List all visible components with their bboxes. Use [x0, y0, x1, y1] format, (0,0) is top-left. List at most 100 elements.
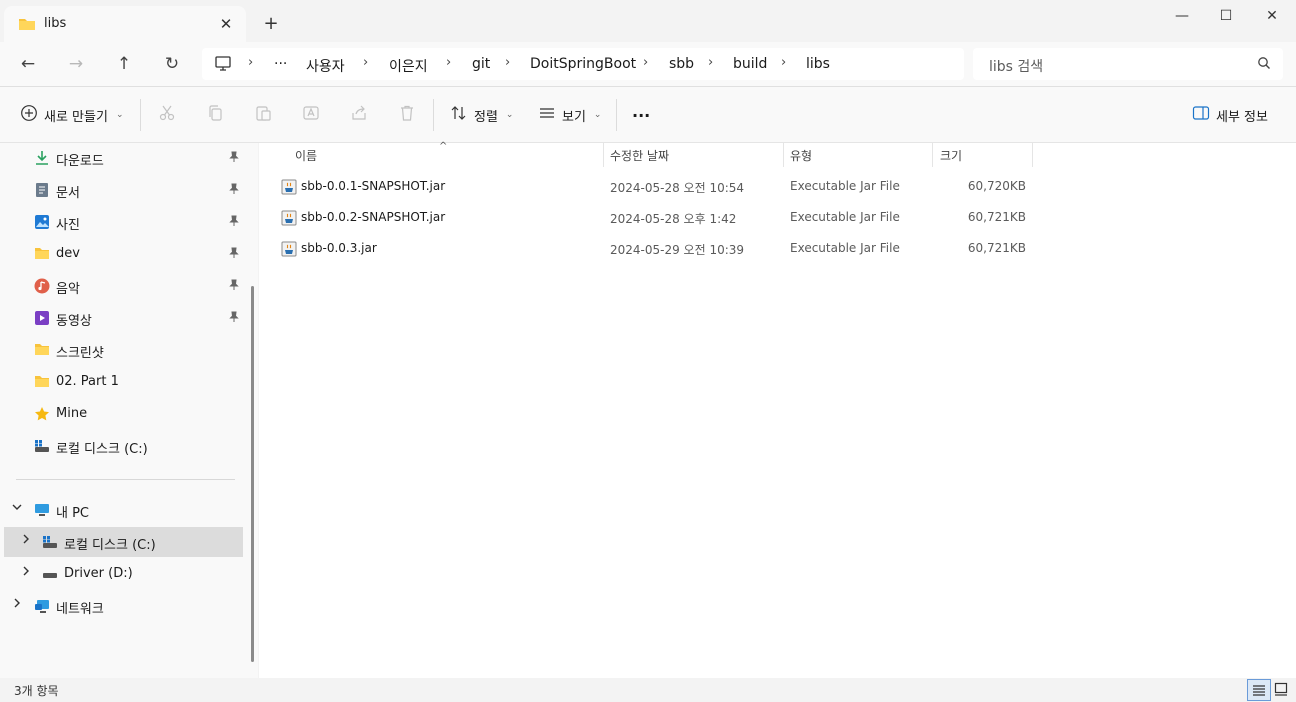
delete-button[interactable]: [398, 105, 416, 125]
navigation-pane: 다운로드 문서 사진 dev 음악 동영상 스크린샷 02. Part 1 Mi…: [0, 143, 258, 678]
folder-icon: [34, 374, 50, 390]
view-button[interactable]: 보기 ⌄: [538, 105, 601, 125]
close-window-button[interactable]: ✕: [1250, 4, 1294, 28]
share-icon: [350, 104, 368, 126]
file-modified: 2024-05-28 오전 10:54: [610, 181, 745, 195]
sidebar-item-mine[interactable]: Mine: [0, 399, 243, 429]
column-header-size[interactable]: 크기: [940, 147, 962, 164]
breadcrumb-item[interactable]: build: [733, 56, 767, 72]
sidebar-item-label: 내 PC: [56, 506, 90, 521]
refresh-button[interactable]: ↻: [158, 52, 186, 76]
pin-icon[interactable]: [228, 247, 240, 262]
copy-button[interactable]: [206, 105, 224, 125]
column-divider[interactable]: [603, 143, 604, 167]
file-name: sbb-0.0.1-SNAPSHOT.jar: [301, 179, 446, 193]
sidebar-item-this-pc[interactable]: 내 PC: [0, 495, 243, 525]
maximize-button[interactable]: ☐: [1204, 4, 1248, 28]
rename-button[interactable]: [302, 105, 320, 125]
file-type: Executable Jar File: [790, 210, 900, 224]
sidebar-item-label: Mine: [56, 406, 88, 421]
jar-file-icon: [281, 210, 297, 230]
chevron-right-icon[interactable]: [20, 565, 32, 580]
pin-icon[interactable]: [228, 215, 240, 230]
table-row[interactable]: sbb-0.0.1-SNAPSHOT.jar 2024-05-28 오전 10:…: [277, 173, 1037, 201]
table-row[interactable]: sbb-0.0.3.jar 2024-05-29 오전 10:39 Execut…: [277, 235, 1037, 263]
copy-icon: [206, 104, 224, 126]
pin-icon[interactable]: [228, 311, 240, 326]
sidebar-item-label: 문서: [56, 186, 80, 201]
share-button[interactable]: [350, 105, 368, 125]
column-divider[interactable]: [783, 143, 784, 167]
back-button[interactable]: ←: [14, 52, 42, 76]
tab-libs[interactable]: libs ✕: [4, 6, 246, 42]
drive-icon: [42, 566, 58, 582]
sort-button[interactable]: 정렬 ⌄: [450, 105, 513, 125]
paste-button[interactable]: [254, 105, 272, 125]
sort-ascending-icon: ^: [439, 141, 448, 152]
file-size: 60,721KB: [967, 210, 1026, 224]
up-button[interactable]: ↑: [110, 52, 138, 76]
pin-icon[interactable]: [228, 279, 240, 294]
pin-icon[interactable]: [228, 183, 240, 198]
breadcrumb-item[interactable]: 사용자: [306, 56, 345, 76]
sidebar-item-downloads[interactable]: 다운로드: [0, 143, 243, 173]
file-size: 60,720KB: [967, 179, 1026, 193]
details-pane-button[interactable]: 세부 정보: [1192, 105, 1268, 125]
details-pane-icon: [1192, 104, 1210, 126]
more-options-button[interactable]: ···: [632, 105, 650, 125]
pin-icon[interactable]: [228, 151, 240, 166]
breadcrumb-separator: ›: [363, 55, 369, 70]
sidebar-item-dev[interactable]: dev: [0, 239, 243, 269]
sidebar-item-screenshots[interactable]: 스크린샷: [0, 335, 243, 365]
chevron-right-icon[interactable]: [11, 597, 23, 612]
sidebar-item-documents[interactable]: 문서: [0, 175, 243, 205]
jar-file-icon: [281, 241, 297, 261]
sidebar-item-local-disk-c[interactable]: 로컬 디스크 (C:): [4, 527, 243, 557]
chevron-down-icon[interactable]: [11, 501, 23, 516]
sidebar-item-label: Driver (D:): [64, 566, 133, 581]
download-icon: [34, 150, 50, 166]
sidebar-item-local-disk[interactable]: 로컬 디스크 (C:): [0, 431, 243, 461]
new-tab-button[interactable]: +: [258, 12, 284, 36]
drive-icon: [34, 438, 50, 454]
sidebar-item-label: 동영상: [56, 314, 92, 329]
minimize-button[interactable]: —: [1160, 4, 1204, 28]
sidebar-item-network[interactable]: 네트워크: [0, 591, 243, 621]
file-type: Executable Jar File: [790, 179, 900, 193]
breadcrumb-separator: ›: [708, 55, 714, 70]
sidebar-item-label: 로컬 디스크 (C:): [64, 538, 156, 553]
column-divider[interactable]: [1032, 143, 1033, 167]
breadcrumb-more-button[interactable]: ···: [274, 56, 287, 72]
tab-close-button[interactable]: ✕: [214, 12, 238, 36]
sidebar-item-part1[interactable]: 02. Part 1: [0, 367, 243, 397]
sidebar-item-videos[interactable]: 동영상: [0, 303, 243, 333]
sidebar-item-driver-d[interactable]: Driver (D:): [0, 559, 243, 589]
sidebar-item-music[interactable]: 음악: [0, 271, 243, 301]
chevron-right-icon[interactable]: [20, 533, 32, 548]
new-button[interactable]: 새로 만들기 ⌄: [20, 105, 123, 125]
address-bar[interactable]: › ··· 사용자 › 이은지 › git › DoitSpringBoot ›…: [202, 48, 964, 80]
breadcrumb-separator: ›: [643, 55, 649, 70]
video-icon: [34, 310, 50, 326]
cut-button[interactable]: [158, 105, 176, 125]
column-header-type[interactable]: 유형: [790, 147, 812, 164]
breadcrumb-item[interactable]: DoitSpringBoot: [530, 56, 636, 72]
breadcrumb-item-current[interactable]: libs: [806, 56, 830, 72]
breadcrumb-item[interactable]: sbb: [669, 56, 694, 72]
column-divider[interactable]: [932, 143, 933, 167]
chevron-down-icon: ⌄: [115, 110, 124, 120]
column-header-modified[interactable]: 수정한 날짜: [610, 147, 669, 164]
chevron-down-icon: ⌄: [593, 110, 602, 120]
details-view-button[interactable]: [1247, 679, 1271, 701]
column-header-name[interactable]: 이름: [295, 147, 317, 164]
breadcrumb-item[interactable]: 이은지: [389, 56, 428, 76]
large-icons-view-button[interactable]: [1270, 679, 1292, 699]
sidebar-scrollbar[interactable]: [251, 286, 254, 662]
search-input[interactable]: libs 검색: [973, 48, 1283, 80]
breadcrumb-item[interactable]: git: [472, 56, 490, 72]
file-type: Executable Jar File: [790, 241, 900, 255]
table-row[interactable]: sbb-0.0.2-SNAPSHOT.jar 2024-05-28 오후 1:4…: [277, 204, 1037, 232]
sidebar-item-pictures[interactable]: 사진: [0, 207, 243, 237]
sidebar-item-label: 사진: [56, 218, 80, 233]
forward-button[interactable]: →: [62, 52, 90, 76]
